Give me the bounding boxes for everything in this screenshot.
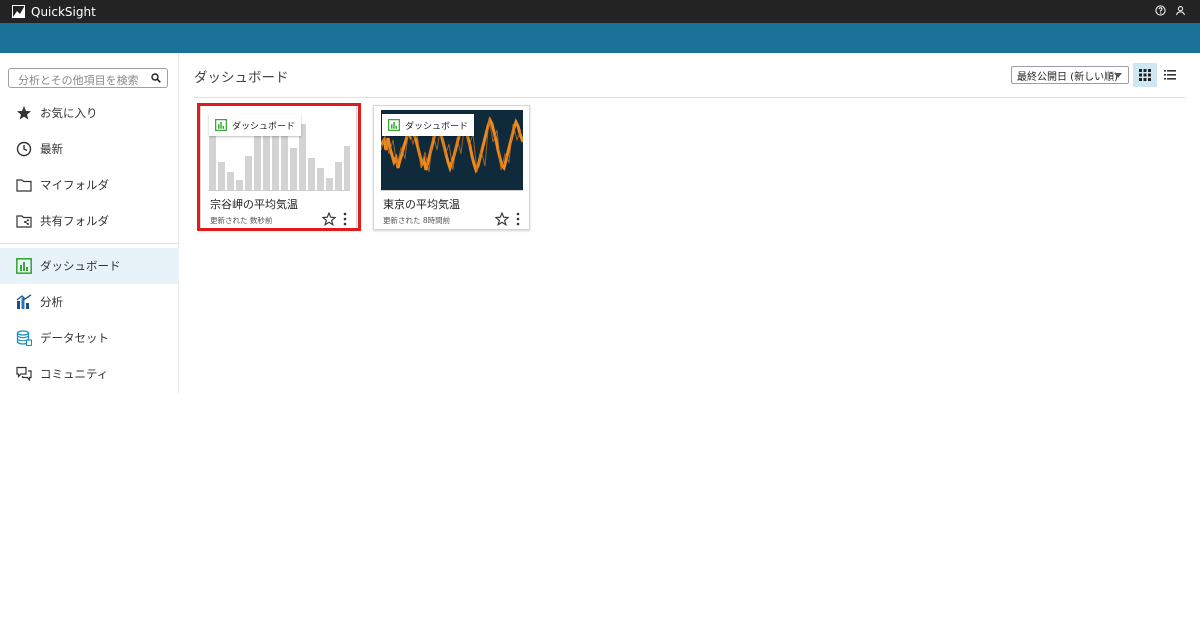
- top-bar: QuickSight: [0, 0, 1200, 23]
- type-badge: ダッシュボード: [382, 114, 475, 136]
- chevron-down-icon: [1114, 73, 1122, 78]
- user-icon[interactable]: [1175, 5, 1186, 16]
- brand[interactable]: QuickSight: [12, 5, 96, 19]
- grid-icon: [1139, 69, 1151, 81]
- dashboard-card[interactable]: ダッシュボード 東京の平均気温 更新された 8時間前: [373, 105, 530, 230]
- sidebar-item-label: データセット: [40, 331, 109, 345]
- dashboard-icon: [388, 119, 400, 131]
- sidebar-item-analyses[interactable]: 分析: [0, 284, 179, 320]
- sort-dropdown[interactable]: 最終公開日 (新しい順): [1011, 66, 1129, 84]
- sidebar-item-label: お気に入り: [40, 106, 98, 120]
- list-icon: [1164, 70, 1176, 80]
- search-input[interactable]: [18, 71, 148, 90]
- analysis-icon: [15, 293, 33, 311]
- banner: [0, 23, 1200, 53]
- thumbnail-divider: [208, 190, 350, 191]
- page-title: ダッシュボード: [194, 70, 289, 86]
- sidebar: お気に入り 最新 マイフォルダ 共有フォルダ ダッシュボード 分析: [0, 53, 179, 393]
- community-icon: [15, 365, 33, 383]
- shared-folder-icon: [15, 212, 33, 230]
- badge-label: ダッシュボード: [232, 121, 296, 132]
- header-divider: [194, 97, 1186, 98]
- dashboard-card[interactable]: ダッシュボード 宗谷岬の平均気温 更新された 数秒前: [200, 105, 357, 230]
- sidebar-item-my-folders[interactable]: マイフォルダ: [0, 167, 179, 203]
- sidebar-item-favorites[interactable]: お気に入り: [0, 95, 179, 131]
- sidebar-item-datasets[interactable]: データセット: [0, 320, 179, 356]
- updated-prefix: 更新された: [210, 216, 248, 225]
- sidebar-item-shared-folders[interactable]: 共有フォルダ: [0, 203, 179, 239]
- search-icon[interactable]: [151, 73, 161, 83]
- dataset-icon: [15, 329, 33, 347]
- help-icon[interactable]: [1155, 5, 1166, 16]
- sidebar-item-label: 共有フォルダ: [40, 214, 109, 228]
- updated-time: 8時間前: [422, 216, 451, 225]
- favorite-star-icon[interactable]: [495, 212, 509, 226]
- sidebar-item-label: マイフォルダ: [40, 178, 109, 192]
- clock-icon: [15, 140, 33, 158]
- updated-prefix: 更新された: [383, 216, 421, 225]
- sidebar-item-label: ダッシュボード: [40, 259, 121, 273]
- dashboard-icon: [215, 119, 227, 131]
- card-title[interactable]: 東京の平均気温: [383, 196, 460, 212]
- list-view-button[interactable]: [1161, 66, 1179, 84]
- grid-view-button[interactable]: [1133, 63, 1157, 87]
- sidebar-item-label: コミュニティ: [40, 367, 109, 381]
- card-title[interactable]: 宗谷岬の平均気温: [210, 196, 298, 212]
- badge-label: ダッシュボード: [405, 121, 469, 132]
- card-updated: 更新された 数秒前: [210, 215, 272, 226]
- search-box[interactable]: [8, 68, 168, 90]
- folder-icon: [15, 176, 33, 194]
- updated-time: 数秒前: [249, 216, 273, 225]
- sidebar-item-recent[interactable]: 最新: [0, 131, 179, 167]
- more-options-icon[interactable]: [342, 212, 348, 226]
- star-icon: [15, 104, 33, 122]
- app-name: QuickSight: [31, 4, 96, 19]
- type-badge: ダッシュボード: [209, 114, 302, 136]
- sidebar-item-dashboards[interactable]: ダッシュボード: [0, 248, 179, 284]
- sidebar-item-label: 分析: [40, 295, 63, 309]
- card-updated: 更新された 8時間前: [383, 215, 450, 226]
- quicksight-logo-icon: [12, 5, 25, 18]
- favorite-star-icon[interactable]: [322, 212, 336, 226]
- dashboard-icon: [15, 257, 33, 275]
- sidebar-item-label: 最新: [40, 142, 63, 156]
- more-options-icon[interactable]: [515, 212, 521, 226]
- sidebar-divider: [0, 243, 179, 244]
- sort-selected-value: 最終公開日 (新しい順): [1017, 71, 1118, 83]
- thumbnail-divider: [381, 190, 523, 191]
- sidebar-item-community[interactable]: コミュニティ: [0, 356, 179, 392]
